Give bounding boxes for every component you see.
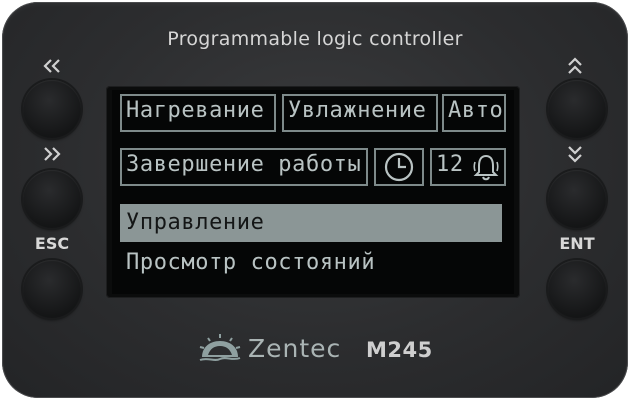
double-chevron-down-icon <box>567 144 583 168</box>
alarm-count: 12 <box>436 152 464 177</box>
double-chevron-left-icon <box>42 58 62 78</box>
zentec-logo-icon <box>199 334 241 361</box>
brand-name: Zentec <box>248 333 342 363</box>
mode-humidifying[interactable]: Увлажнение <box>282 94 438 132</box>
clock-icon <box>384 152 414 182</box>
esc-label: ESC <box>34 234 70 253</box>
ent-label: ENT <box>559 234 595 253</box>
esc-button[interactable] <box>23 260 81 318</box>
bell-icon <box>473 154 499 181</box>
brand: Zentec <box>198 330 341 366</box>
enter-button[interactable] <box>548 260 606 318</box>
lcd-screen: Нагревание Увлажнение Авто Завершение ра… <box>112 90 514 294</box>
mode-heating[interactable]: Нагревание <box>120 94 276 132</box>
double-chevron-right-icon <box>42 146 62 166</box>
menu-item-status-view[interactable]: Просмотр состояний <box>120 246 508 280</box>
mode-auto[interactable]: Авто <box>442 94 506 132</box>
up-button[interactable] <box>548 80 606 138</box>
left-button[interactable] <box>23 80 81 138</box>
clock-cell <box>374 148 424 186</box>
down-button[interactable] <box>548 170 606 228</box>
double-chevron-up-icon <box>567 56 583 80</box>
status-shutdown: Завершение работы <box>120 148 368 186</box>
device-title: Programmable logic controller <box>167 28 463 50</box>
right-button[interactable] <box>23 170 81 228</box>
model-number: M245 <box>366 338 433 362</box>
menu-item-control[interactable]: Управление <box>120 204 502 242</box>
alarm-cell[interactable]: 12 <box>430 148 506 186</box>
